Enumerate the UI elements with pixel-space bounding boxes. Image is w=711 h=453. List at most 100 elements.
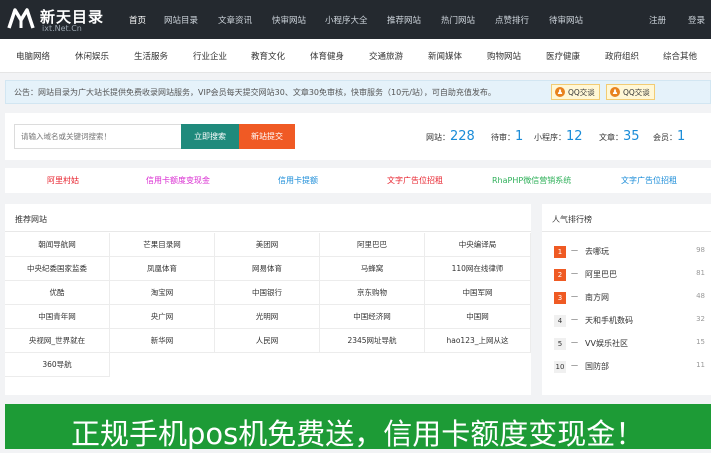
search-button[interactable]: 立即搜索 xyxy=(181,124,239,149)
category-life[interactable]: 生活服务 xyxy=(134,50,168,62)
rank-separator: 一 xyxy=(571,316,578,324)
search-input[interactable] xyxy=(14,124,182,149)
recommended-site-link[interactable]: 网易体育 xyxy=(215,257,320,281)
recommended-site-link[interactable]: 阿里巴巴 xyxy=(320,233,425,257)
announcement-bar: 公告：网站目录为广大站长提供免费收录网站服务，VIP会员每天提交网站30、文章3… xyxy=(5,80,711,104)
category-education[interactable]: 教育文化 xyxy=(251,50,285,62)
stat-articles: 文章：35 xyxy=(599,129,640,144)
panel-title: 人气排行榜 xyxy=(552,215,592,224)
ranking-item[interactable]: 10 一国防部 11 xyxy=(554,360,705,376)
nav-fast-review[interactable]: 快审网站 xyxy=(272,0,306,39)
popularity-ranking-panel: 人气排行榜 1 一去哪玩 98 2 一阿里巴巴 81 3 一南方网 48 4 一天和手机数码 32 5 一… xyxy=(542,204,711,395)
qq-chat-button-2[interactable]: ♟ QQ交谈 xyxy=(606,84,655,100)
recommended-site-link[interactable]: 央视网_世界就在 xyxy=(5,329,110,353)
category-bar: 电脑网络 休闲娱乐 生活服务 行业企业 教育文化 体育健身 交通旅游 新闻媒体 … xyxy=(0,39,711,73)
rank-separator: 一 xyxy=(571,270,578,278)
rank-site-name[interactable]: 阿里巴巴 xyxy=(585,269,617,280)
ranking-item[interactable]: 2 一阿里巴巴 81 xyxy=(554,268,705,284)
login-link[interactable]: 登录 xyxy=(688,0,705,39)
stat-members: 会员：1 xyxy=(653,129,686,144)
rank-separator: 一 xyxy=(571,293,578,301)
category-leisure[interactable]: 休闲娱乐 xyxy=(75,50,109,62)
ranking-item[interactable]: 4 一天和手机数码 32 xyxy=(554,314,705,330)
recommended-site-link[interactable]: 中国经济网 xyxy=(320,305,425,329)
text-ad-5[interactable]: RhaPHP微信营销系统 xyxy=(492,175,571,186)
category-news[interactable]: 新闻媒体 xyxy=(428,50,462,62)
recommended-site-link[interactable]: 光明网 xyxy=(215,305,320,329)
recommended-site-link[interactable]: 凤凰体育 xyxy=(110,257,215,281)
category-travel[interactable]: 交通旅游 xyxy=(369,50,403,62)
text-ad-6[interactable]: 文字广告位招租 xyxy=(621,175,677,186)
recommended-site-link[interactable]: 朝闻导航网 xyxy=(5,233,110,257)
rank-number-badge: 2 xyxy=(554,269,566,281)
rank-site-name[interactable]: 国防部 xyxy=(585,361,609,372)
rank-count: 48 xyxy=(696,292,705,300)
category-medical[interactable]: 医疗健康 xyxy=(546,50,580,62)
rank-count: 11 xyxy=(696,361,705,369)
recommended-site-link[interactable]: 美团网 xyxy=(215,233,320,257)
announcement-text: 公告：网站目录为广大站长提供免费收录网站服务，VIP会员每天提交网站30、文章3… xyxy=(14,88,496,97)
rank-site-name[interactable]: 南方网 xyxy=(585,292,609,303)
category-other[interactable]: 综合其他 xyxy=(663,50,697,62)
rank-site-name[interactable]: 天和手机数码 xyxy=(585,315,633,326)
search-section: 立即搜索 新站提交 网站：228 待审：1 小程序：12 文章：35 会员：1 xyxy=(5,113,711,160)
recommended-site-link[interactable]: 中央纪委国家监委 xyxy=(5,257,110,281)
rank-separator: 一 xyxy=(571,339,578,347)
rank-number-badge: 1 xyxy=(554,246,566,258)
recommended-site-link[interactable]: 中国军网 xyxy=(425,281,531,305)
text-ad-2[interactable]: 信用卡额度变现金 xyxy=(146,175,210,186)
recommended-site-link[interactable]: 淘宝网 xyxy=(110,281,215,305)
rank-number-badge: 3 xyxy=(554,292,566,304)
nav-articles[interactable]: 文章资讯 xyxy=(218,0,252,39)
recommended-site-link[interactable]: 2345网址导航 xyxy=(320,329,425,353)
recommended-site-link[interactable]: 360导航 xyxy=(5,353,110,377)
nav-hot[interactable]: 热门网站 xyxy=(441,0,475,39)
stat-pending: 待审：1 xyxy=(491,129,524,144)
category-sports[interactable]: 体育健身 xyxy=(310,50,344,62)
rank-number-badge: 4 xyxy=(554,315,566,327)
recommended-site-link[interactable]: 中央编译局 xyxy=(425,233,531,257)
recommended-site-link[interactable]: 中国青年网 xyxy=(5,305,110,329)
nav-pending[interactable]: 待审网站 xyxy=(549,0,583,39)
category-shopping[interactable]: 购物网站 xyxy=(487,50,521,62)
ranking-item[interactable]: 1 一去哪玩 98 xyxy=(554,245,705,261)
rank-separator: 一 xyxy=(571,247,578,255)
site-domain: ixt.Net.Cn xyxy=(42,24,82,33)
category-government[interactable]: 政府组织 xyxy=(605,50,639,62)
recommended-site-link[interactable]: 京东购物 xyxy=(320,281,425,305)
nav-likes-ranking[interactable]: 点赞排行 xyxy=(495,0,529,39)
ranking-item[interactable]: 3 一南方网 48 xyxy=(554,291,705,307)
nav-recommended[interactable]: 推荐网站 xyxy=(387,0,421,39)
ad-banner[interactable]: 正规手机pos机免费送，信用卡额度变现金！ xyxy=(5,404,711,451)
nav-mini-programs[interactable]: 小程序大全 xyxy=(325,0,368,39)
submit-site-button[interactable]: 新站提交 xyxy=(239,124,295,149)
qq-chat-button-1[interactable]: ♟ QQ交谈 xyxy=(551,84,600,100)
recommended-site-link[interactable]: 芒果目录网 xyxy=(110,233,215,257)
rank-site-name[interactable]: VV娱乐社区 xyxy=(585,338,628,349)
category-computer[interactable]: 电脑网络 xyxy=(16,50,50,62)
nav-home[interactable]: 首页 xyxy=(129,0,146,39)
ranking-item[interactable]: 5 一 VV娱乐社区 15 xyxy=(554,337,705,353)
recommended-site-link[interactable]: 中国网 xyxy=(425,305,531,329)
recommended-site-link[interactable]: 110网在线律师 xyxy=(425,257,531,281)
recommended-site-link[interactable]: 人民网 xyxy=(215,329,320,353)
recommended-site-link[interactable]: 优酷 xyxy=(5,281,110,305)
text-ad-3[interactable]: 信用卡提额 xyxy=(278,175,318,186)
text-ad-1[interactable]: 阿里村姑 xyxy=(47,175,79,186)
rank-count: 32 xyxy=(696,315,705,323)
recommended-site-link[interactable]: 中国银行 xyxy=(215,281,320,305)
category-industry[interactable]: 行业企业 xyxy=(193,50,227,62)
rank-site-name[interactable]: 去哪玩 xyxy=(585,246,609,257)
text-ad-4[interactable]: 文字广告位招租 xyxy=(387,175,443,186)
register-link[interactable]: 注册 xyxy=(649,0,666,39)
logo-icon[interactable] xyxy=(6,6,36,32)
banner-text[interactable]: 正规手机pos机免费送，信用卡额度变现金！ xyxy=(71,411,644,453)
rank-number-badge: 5 xyxy=(554,338,566,350)
recommended-site-link[interactable]: hao123_上网从这 xyxy=(425,329,531,353)
recommended-site-link[interactable]: 新华网 xyxy=(110,329,215,353)
panel-header: 推荐网站 xyxy=(5,204,531,232)
nav-directory[interactable]: 网站目录 xyxy=(164,0,198,39)
rank-number-badge: 10 xyxy=(554,361,566,373)
recommended-site-link[interactable]: 央广网 xyxy=(110,305,215,329)
recommended-site-link[interactable]: 马蜂窝 xyxy=(320,257,425,281)
